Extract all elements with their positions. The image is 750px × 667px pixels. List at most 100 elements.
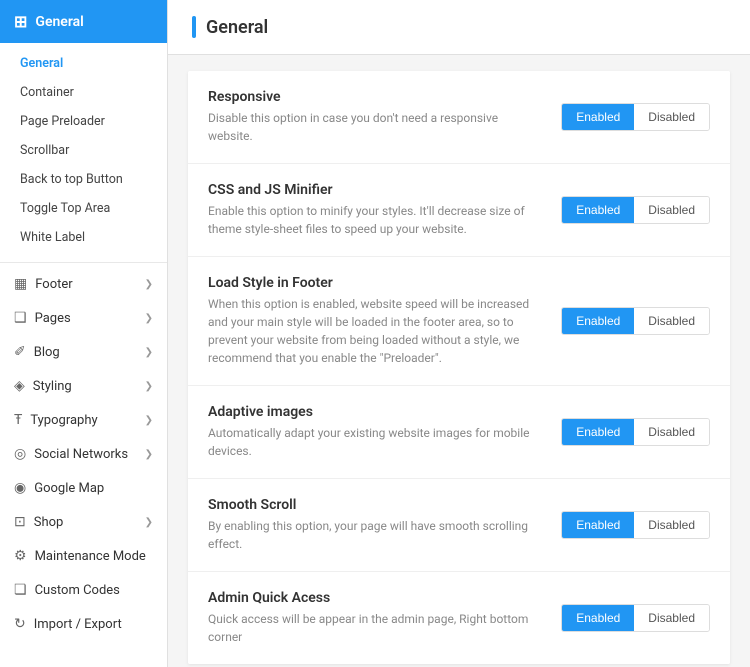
chevron-icon-typography: ❯ <box>145 415 153 426</box>
setting-title-adaptive-images: Adaptive images <box>208 404 541 420</box>
sidebar-section-label-maintenance-mode: Maintenance Mode <box>35 549 146 564</box>
setting-title-smooth-scroll: Smooth Scroll <box>208 497 541 513</box>
setting-desc-responsive: Disable this option in case you don't ne… <box>208 109 541 145</box>
sidebar-section-header-styling[interactable]: ◈Styling❯ <box>0 369 167 403</box>
sidebar-item-toggle-top[interactable]: Toggle Top Area <box>0 194 167 223</box>
setting-desc-smooth-scroll: By enabling this option, your page will … <box>208 517 541 553</box>
maintenance-mode-icon: ⚙ <box>14 548 27 564</box>
setting-title-load-style-footer: Load Style in Footer <box>208 275 541 291</box>
toggle-enabled-admin-quick-access[interactable]: Enabled <box>562 605 634 631</box>
setting-desc-load-style-footer: When this option is enabled, website spe… <box>208 295 541 367</box>
sidebar-item-general[interactable]: General <box>0 49 167 78</box>
setting-info-adaptive-images: Adaptive imagesAutomatically adapt your … <box>208 404 561 460</box>
sidebar-section-blog: ✐ Blog ❯ <box>0 335 167 369</box>
main-header: General <box>168 0 750 55</box>
setting-row-load-style-footer: Load Style in Footer When this option is … <box>188 257 730 386</box>
setting-info-css-js-minifier: CSS and JS Minifier Enable this option to… <box>208 182 561 238</box>
sidebar-section-label-shop: Shop <box>34 515 64 530</box>
sidebar-header-label: General <box>35 14 83 30</box>
sidebar-section-footer: ▦Footer❯ <box>0 267 167 301</box>
chevron-icon-social-networks: ❯ <box>145 449 153 460</box>
sidebar-section-header-blog[interactable]: ✐ Blog ❯ <box>0 335 167 369</box>
setting-info-load-style-footer: Load Style in Footer When this option is … <box>208 275 561 367</box>
sidebar-item-back-to-top[interactable]: Back to top Button <box>0 165 167 194</box>
setting-row-css-js-minifier: CSS and JS Minifier Enable this option to… <box>188 164 730 257</box>
sidebar-item-white-label[interactable]: White Label <box>0 223 167 252</box>
sidebar-section-label-pages: Pages <box>35 311 71 326</box>
toggle-group-load-style-footer: EnabledDisabled <box>561 307 710 335</box>
settings-list: ResponsiveDisable this option in case yo… <box>168 71 750 667</box>
sidebar-section-custom-codes: ❏ Custom Codes <box>0 573 167 607</box>
toggle-disabled-adaptive-images[interactable]: Disabled <box>634 419 709 445</box>
sidebar-section-header-custom-codes[interactable]: ❏ Custom Codes <box>0 573 167 607</box>
toggle-enabled-load-style-footer[interactable]: Enabled <box>562 308 634 334</box>
setting-desc-admin-quick-access: Quick access will be appear in the admin… <box>208 610 541 646</box>
settings-card: ResponsiveDisable this option in case yo… <box>188 71 730 664</box>
footer-icon: ▦ <box>14 276 27 292</box>
sidebar-section-label-social-networks: Social Networks <box>34 447 128 462</box>
toggle-disabled-load-style-footer[interactable]: Disabled <box>634 308 709 334</box>
typography-icon: Ŧ <box>14 412 22 428</box>
sidebar-item-page-preloader[interactable]: Page Preloader <box>0 107 167 136</box>
toggle-group-admin-quick-access: EnabledDisabled <box>561 604 710 632</box>
setting-row-admin-quick-access: Admin Quick Acess Quick access will be ap… <box>188 572 730 664</box>
sidebar-section-header-typography[interactable]: Ŧ Typography ❯ <box>0 403 167 437</box>
import-export-icon: ↻ <box>14 616 26 632</box>
header-accent-bar <box>192 16 196 38</box>
toggle-enabled-responsive[interactable]: Enabled <box>562 104 634 130</box>
sidebar-section-import-export: ↻ Import / Export <box>0 607 167 641</box>
sidebar-section-styling: ◈Styling❯ <box>0 369 167 403</box>
custom-codes-icon: ❏ <box>14 582 27 598</box>
chevron-icon-pages: ❯ <box>145 313 153 324</box>
sidebar-section-header-import-export[interactable]: ↻ Import / Export <box>0 607 167 641</box>
setting-row-responsive: ResponsiveDisable this option in case yo… <box>188 71 730 164</box>
main-content: General ResponsiveDisable this option in… <box>168 0 750 667</box>
sidebar-section-social-networks: ◎ Social Networks ❯ <box>0 437 167 471</box>
setting-title-css-js-minifier: CSS and JS Minifier <box>208 182 541 198</box>
setting-row-adaptive-images: Adaptive imagesAutomatically adapt your … <box>188 386 730 479</box>
sidebar-section-header-pages[interactable]: ❑ Pages ❯ <box>0 301 167 335</box>
sidebar-section-label-typography: Typography <box>30 413 97 428</box>
toggle-enabled-smooth-scroll[interactable]: Enabled <box>562 512 634 538</box>
sidebar-section-header-footer[interactable]: ▦Footer❯ <box>0 267 167 301</box>
chevron-icon-styling: ❯ <box>145 381 153 392</box>
sidebar-section-header-google-map[interactable]: ◉ Google Map <box>0 471 167 505</box>
page-title: General <box>206 17 268 38</box>
sidebar-sections: ▦Footer❯❑Pages❯✐Blog❯◈Styling❯ŦTypograph… <box>0 267 167 641</box>
sidebar-item-scrollbar[interactable]: Scrollbar <box>0 136 167 165</box>
sidebar-sub-items: GeneralContainerPage PreloaderScrollbarB… <box>0 43 167 258</box>
sidebar-section-header-maintenance-mode[interactable]: ⚙ Maintenance Mode <box>0 539 167 573</box>
setting-desc-css-js-minifier: Enable this option to minify your styles… <box>208 202 541 238</box>
sidebar-section-label-footer: Footer <box>35 277 72 292</box>
sidebar-section-label-import-export: Import / Export <box>34 617 122 632</box>
setting-info-responsive: ResponsiveDisable this option in case yo… <box>208 89 561 145</box>
blog-icon: ✐ <box>14 344 26 360</box>
pages-icon: ❑ <box>14 310 27 326</box>
google-map-icon: ◉ <box>14 480 26 496</box>
chevron-icon-blog: ❯ <box>145 347 153 358</box>
sidebar-section-label-custom-codes: Custom Codes <box>35 583 120 598</box>
sidebar-section-maintenance-mode: ⚙ Maintenance Mode <box>0 539 167 573</box>
sidebar-section-header-shop[interactable]: ⊡ Shop ❯ <box>0 505 167 539</box>
sidebar-divider-1 <box>0 262 167 263</box>
toggle-disabled-smooth-scroll[interactable]: Disabled <box>634 512 709 538</box>
sidebar-section-typography: Ŧ Typography ❯ <box>0 403 167 437</box>
sidebar-section-label-google-map: Google Map <box>34 481 104 496</box>
setting-title-admin-quick-access: Admin Quick Acess <box>208 590 541 606</box>
toggle-disabled-responsive[interactable]: Disabled <box>634 104 709 130</box>
toggle-group-smooth-scroll: EnabledDisabled <box>561 511 710 539</box>
toggle-disabled-css-js-minifier[interactable]: Disabled <box>634 197 709 223</box>
shop-icon: ⊡ <box>14 514 26 530</box>
sidebar-section-label-blog: Blog <box>34 345 60 360</box>
sidebar-section-header-social-networks[interactable]: ◎ Social Networks ❯ <box>0 437 167 471</box>
sidebar-section-pages: ❑ Pages ❯ <box>0 301 167 335</box>
toggle-enabled-css-js-minifier[interactable]: Enabled <box>562 197 634 223</box>
toggle-enabled-adaptive-images[interactable]: Enabled <box>562 419 634 445</box>
toggle-group-css-js-minifier: EnabledDisabled <box>561 196 710 224</box>
social-networks-icon: ◎ <box>14 446 26 462</box>
sidebar-item-container[interactable]: Container <box>0 78 167 107</box>
toggle-disabled-admin-quick-access[interactable]: Disabled <box>634 605 709 631</box>
setting-row-smooth-scroll: Smooth Scroll By enabling this option, yo… <box>188 479 730 572</box>
setting-info-admin-quick-access: Admin Quick Acess Quick access will be ap… <box>208 590 561 646</box>
chevron-icon-shop: ❯ <box>145 517 153 528</box>
